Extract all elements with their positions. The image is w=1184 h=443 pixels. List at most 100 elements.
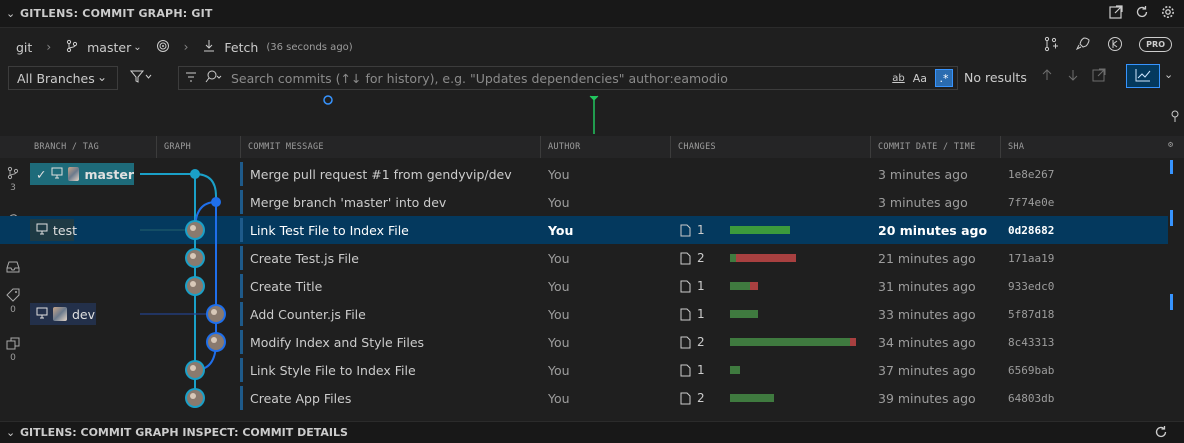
refresh-icon[interactable] bbox=[1134, 4, 1150, 20]
commit-search-box[interactable]: ab Aa .* bbox=[178, 66, 958, 90]
graph-minimap[interactable] bbox=[0, 94, 1184, 136]
commit-avatar-detail bbox=[190, 225, 196, 231]
branch-name: dev bbox=[72, 306, 96, 322]
file-icon bbox=[680, 308, 691, 320]
breadcrumb-separator-icon: › bbox=[46, 40, 52, 54]
commit-sha[interactable]: 0d28682 bbox=[1008, 224, 1054, 237]
commit-date: 33 minutes ago bbox=[878, 307, 976, 322]
changed-files: 1 bbox=[680, 279, 705, 293]
commit-author: You bbox=[548, 251, 570, 266]
arrow-up-icon[interactable] bbox=[1040, 68, 1054, 85]
open-in-editor-icon[interactable] bbox=[1108, 4, 1124, 20]
column-changes[interactable]: CHANGES bbox=[678, 142, 716, 152]
column-branch-tag[interactable]: BRANCH / TAG bbox=[34, 142, 99, 152]
column-sha[interactable]: SHA bbox=[1008, 142, 1024, 152]
pro-badge[interactable]: PRO bbox=[1139, 36, 1172, 52]
changes-bar bbox=[730, 394, 774, 402]
additions-bar bbox=[730, 366, 740, 374]
changes-bar bbox=[730, 254, 796, 262]
commit-author: You bbox=[548, 391, 570, 406]
commit-sha[interactable]: 171aa19 bbox=[1008, 252, 1054, 265]
branch-label-test[interactable]: test bbox=[30, 219, 77, 241]
search-icon[interactable] bbox=[205, 70, 223, 87]
commit-sha[interactable]: 933edc0 bbox=[1008, 280, 1054, 293]
changed-files: 2 bbox=[680, 335, 705, 349]
target-icon[interactable] bbox=[156, 39, 170, 56]
branch-label-master[interactable]: ✓ master bbox=[30, 163, 134, 185]
gear-icon[interactable]: ⚙ bbox=[1168, 140, 1173, 150]
details-panel-header[interactable]: ⌄ GITLENS: COMMIT GRAPH INSPECT: COMMIT … bbox=[0, 421, 1184, 443]
branch-label-dev[interactable]: dev bbox=[30, 303, 96, 325]
repo-name[interactable]: git bbox=[16, 40, 32, 55]
pin-icon[interactable] bbox=[1170, 110, 1180, 125]
rocket-icon[interactable] bbox=[1075, 36, 1091, 52]
commit-sha[interactable]: 7f74e0e bbox=[1008, 196, 1054, 209]
additions-bar bbox=[730, 338, 850, 346]
commit-message: Merge pull request #1 from gendyvip/dev bbox=[250, 167, 512, 182]
commit-date: 3 minutes ago bbox=[878, 167, 968, 182]
chevron-down-icon[interactable]: ⌄ bbox=[6, 7, 20, 20]
column-date[interactable]: COMMIT DATE / TIME bbox=[878, 142, 976, 152]
commit-avatar-detail bbox=[211, 337, 217, 343]
commit-sha[interactable]: 64803db bbox=[1008, 392, 1054, 405]
commit-message: Create Title bbox=[250, 279, 323, 294]
additions-bar bbox=[730, 226, 790, 234]
avatar bbox=[53, 307, 67, 321]
filter-bar: All Branches ⌄ ab Aa .* No results bbox=[0, 64, 1184, 92]
commit-sha[interactable]: 1e8e267 bbox=[1008, 168, 1054, 181]
regex-toggle[interactable]: .* bbox=[935, 69, 953, 87]
refresh-icon[interactable] bbox=[1154, 425, 1168, 442]
commit-sha[interactable]: 8c43313 bbox=[1008, 336, 1054, 349]
commit-sha[interactable]: 5f87d18 bbox=[1008, 308, 1054, 321]
commit-message: Modify Index and Style Files bbox=[250, 335, 425, 350]
commit-message: Link Style File to Index File bbox=[250, 363, 416, 378]
chevron-down-icon[interactable]: ⌄ bbox=[6, 426, 20, 439]
match-whole-word-toggle[interactable]: ab bbox=[892, 73, 904, 84]
file-icon bbox=[680, 392, 691, 404]
column-graph[interactable]: GRAPH bbox=[164, 142, 191, 152]
file-icon bbox=[680, 224, 691, 236]
open-results-icon[interactable] bbox=[1092, 68, 1106, 85]
changes-bar bbox=[730, 226, 790, 234]
files-count: 1 bbox=[697, 279, 705, 293]
search-input[interactable] bbox=[231, 70, 881, 86]
graph-toolbar: git › master ⌄ › Fetch (36 seconds ago) bbox=[0, 32, 1184, 62]
commit-avatar-detail bbox=[190, 281, 196, 287]
match-case-toggle[interactable]: Aa bbox=[913, 72, 927, 85]
column-message[interactable]: COMMIT MESSAGE bbox=[248, 142, 324, 152]
commit-message: Add Counter.js File bbox=[250, 307, 366, 322]
current-branch[interactable]: master bbox=[87, 40, 131, 55]
panel-header[interactable]: ⌄ GITLENS: COMMIT GRAPH: GIT bbox=[0, 0, 1184, 28]
commit-date: 21 minutes ago bbox=[878, 251, 976, 266]
deletions-bar bbox=[736, 254, 796, 262]
breadcrumb-separator-icon: › bbox=[183, 40, 189, 54]
details-panel-title: GITLENS: COMMIT GRAPH INSPECT: COMMIT DE… bbox=[20, 426, 348, 439]
minimap-toggle-button[interactable] bbox=[1126, 64, 1160, 88]
chevron-down-icon[interactable]: ⌄ bbox=[133, 42, 141, 53]
files-count: 1 bbox=[697, 307, 705, 321]
additions-bar bbox=[730, 310, 758, 318]
file-icon bbox=[680, 336, 691, 348]
monitor-icon bbox=[36, 223, 48, 238]
fetch-icon[interactable] bbox=[202, 39, 216, 56]
gitkraken-icon[interactable] bbox=[1107, 36, 1123, 52]
commit-author: You bbox=[548, 195, 570, 210]
commit-avatar-detail bbox=[190, 253, 196, 259]
filter-icon[interactable] bbox=[129, 70, 152, 87]
commit-date: 20 minutes ago bbox=[878, 223, 988, 238]
branch-name: master bbox=[84, 166, 134, 182]
commit-graph[interactable] bbox=[140, 160, 250, 420]
commit-sha[interactable]: 6569bab bbox=[1008, 364, 1054, 377]
create-branch-icon[interactable] bbox=[1043, 36, 1059, 52]
gear-icon[interactable] bbox=[1160, 4, 1176, 20]
commit-date: 3 minutes ago bbox=[878, 195, 968, 210]
commit-author: You bbox=[548, 307, 570, 322]
line-chart-icon bbox=[1135, 68, 1151, 85]
column-author[interactable]: AUTHOR bbox=[548, 142, 581, 152]
branches-dropdown[interactable]: All Branches ⌄ bbox=[8, 66, 118, 90]
chevron-down-icon[interactable]: ⌄ bbox=[1164, 68, 1173, 81]
fetch-button[interactable]: Fetch bbox=[224, 40, 258, 55]
scrollbar[interactable] bbox=[1170, 160, 1174, 410]
list-filter-icon[interactable] bbox=[185, 71, 197, 86]
arrow-down-icon[interactable] bbox=[1066, 68, 1080, 85]
